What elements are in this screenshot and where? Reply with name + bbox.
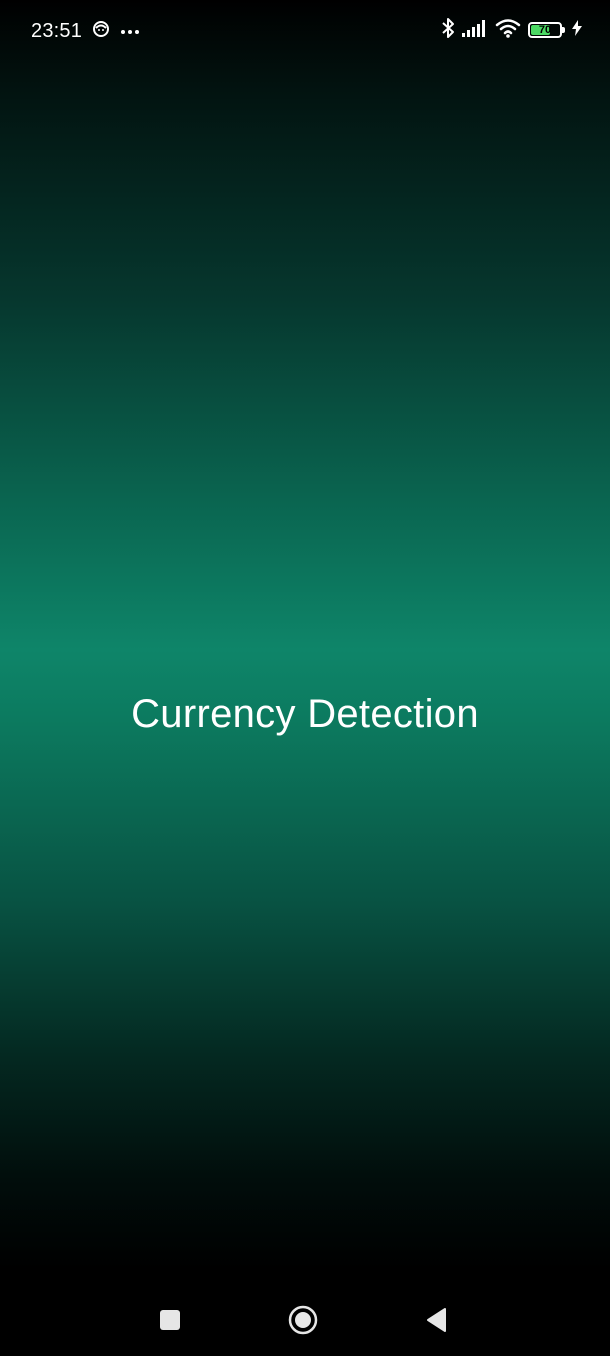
- status-left-icons: [92, 19, 140, 43]
- splash-screen: 23:51 70 Currency Detection: [0, 0, 610, 1356]
- wifi-icon: [495, 18, 521, 43]
- recents-button[interactable]: [152, 1302, 188, 1338]
- bluetooth-icon: [441, 17, 455, 44]
- status-right-icons: 70: [441, 17, 582, 43]
- app-title: Currency Detection: [131, 692, 479, 736]
- battery-level: 70: [538, 24, 552, 36]
- charging-bolt-icon: [572, 19, 582, 41]
- status-bar: 23:51 70: [0, 0, 610, 60]
- battery-icon: 70: [528, 22, 565, 38]
- back-triangle-icon: [427, 1308, 446, 1332]
- notification-app-icon: [92, 20, 110, 43]
- signal-icon: [462, 19, 488, 42]
- status-time: 23:51: [31, 20, 83, 42]
- more-dots-icon: [120, 22, 140, 40]
- circle-icon: [288, 1305, 318, 1335]
- back-button[interactable]: [418, 1302, 454, 1338]
- square-icon: [160, 1310, 180, 1330]
- home-button[interactable]: [285, 1302, 321, 1338]
- navigation-bar: [0, 1286, 610, 1356]
